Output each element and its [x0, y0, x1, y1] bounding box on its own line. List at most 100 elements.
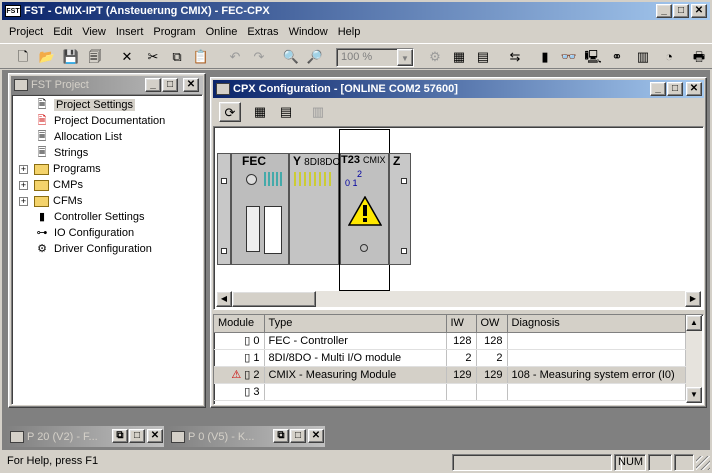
close-button[interactable]: ✕ [691, 4, 707, 18]
save-icon[interactable]: 💾 [60, 47, 82, 67]
menu-extras[interactable]: Extras [242, 26, 283, 38]
maximize-button[interactable]: □ [673, 4, 689, 18]
transfer-icon[interactable]: ⇆ [504, 47, 526, 67]
type-cell: CMIX - Measuring Module [264, 366, 447, 384]
scroll-down-icon[interactable]: ▼ [686, 387, 702, 403]
canvas-horizontal-scrollbar[interactable]: ◀ ▶ [216, 291, 701, 307]
tree-item-label: Strings [54, 147, 89, 159]
close-button[interactable]: ✕ [147, 429, 163, 443]
col-ow[interactable]: OW [476, 315, 508, 333]
strings-icon: 🗏 [37, 147, 47, 159]
col-module[interactable]: Module [214, 315, 265, 333]
iw-cell: 128 [446, 332, 477, 350]
table-row[interactable]: ▯ 1 8DI/8DO - Multi I/O module 2 2 [214, 349, 686, 367]
table-vertical-scrollbar[interactable]: ▲ ▼ [686, 315, 702, 403]
module-config-icon[interactable]: ▦ [249, 102, 271, 122]
delete-icon[interactable]: ✕ [116, 47, 138, 67]
tree-item-driver-configuration[interactable]: ⚙ Driver Configuration [34, 241, 152, 257]
expand-programs-icon[interactable]: + [19, 165, 28, 174]
menu-insert[interactable]: Insert [111, 26, 149, 38]
tree-item-cfms[interactable]: CFMs [34, 193, 82, 209]
menu-program[interactable]: Program [148, 26, 200, 38]
diagnostics-icon[interactable]: ◔ [658, 47, 680, 67]
controller-icon: ▮ [38, 211, 46, 223]
expand-cmps-icon[interactable]: + [19, 181, 28, 190]
minimize-button[interactable]: _ [656, 4, 672, 18]
undo-icon[interactable]: ↶ [224, 47, 246, 67]
restore-button[interactable]: ⧉ [273, 429, 289, 443]
network-icon[interactable]: ⚭ [606, 47, 628, 67]
copy-icon[interactable]: ⧉ [166, 47, 188, 67]
minimized-window-program-0[interactable]: P 0 (V5) - K... ⧉ □ ✕ [167, 426, 325, 447]
io-config-icon[interactable]: ▦ [448, 47, 470, 67]
find-replace-icon[interactable]: 🔎 [304, 47, 326, 67]
module-8di8do[interactable]: Y 8DI8DO [289, 153, 340, 265]
close-button[interactable]: ✕ [308, 429, 324, 443]
project-maximize-button[interactable]: □ [162, 78, 178, 92]
cut-icon[interactable]: ✂ [142, 47, 164, 67]
controller-icon[interactable]: ▮ [534, 47, 556, 67]
tree-item-programs[interactable]: Programs [34, 161, 101, 177]
module-icon[interactable]: ▤ [472, 47, 494, 67]
col-diagnosis[interactable]: Diagnosis [507, 315, 686, 333]
menu-window[interactable]: Window [284, 26, 333, 38]
tree-item-strings[interactable]: 🗏 Strings [34, 145, 89, 161]
watch-icon[interactable]: 👓 [558, 47, 580, 67]
tree-item-project-settings[interactable]: 🗎 Project Settings [34, 97, 136, 113]
expand-cfms-icon[interactable]: + [19, 197, 28, 206]
computer-icon[interactable]: 🖳 [582, 47, 604, 67]
menu-online[interactable]: Online [201, 26, 243, 38]
project-close-button[interactable]: ✕ [183, 78, 199, 92]
tree-item-io-configuration[interactable]: ⊶ IO Configuration [34, 225, 135, 241]
col-iw[interactable]: IW [446, 315, 477, 333]
col-type[interactable]: Type [264, 315, 447, 333]
menu-project[interactable]: Project [4, 26, 48, 38]
tree-item-allocation-list[interactable]: 🗏 Allocation List [34, 129, 122, 145]
restore-button[interactable]: ⧉ [112, 429, 128, 443]
tree-item-label: Controller Settings [54, 211, 145, 223]
cmix-label: T23 CMIX [341, 154, 386, 166]
tree-item-cmps[interactable]: CMPs [34, 177, 83, 193]
find-icon[interactable]: 🔍 [280, 47, 302, 67]
chevron-down-icon[interactable]: ▼ [397, 49, 413, 66]
scroll-thumb[interactable] [232, 291, 316, 307]
save-all-icon[interactable]: 🗐 [84, 47, 106, 67]
table-row[interactable]: ▯ 0 FEC - Controller 128 128 [214, 332, 686, 350]
zoom-select[interactable]: 100 % ▼ [336, 48, 414, 67]
tree-item-controller-settings[interactable]: ▮ Controller Settings [34, 209, 145, 225]
redo-icon[interactable]: ↷ [248, 47, 270, 67]
maximize-button[interactable]: □ [129, 429, 145, 443]
scroll-left-icon[interactable]: ◀ [216, 291, 232, 307]
folder-icon [34, 179, 49, 191]
refresh-icon[interactable]: ⟳ [219, 102, 241, 122]
print-icon[interactable]: 🖶 [688, 47, 710, 67]
module-fec[interactable]: FEC [231, 153, 289, 265]
module-detail-icon[interactable]: ▥ [307, 102, 329, 122]
table-icon[interactable]: ▥ [632, 47, 654, 67]
resize-grip-icon[interactable] [696, 456, 710, 470]
module-end-z[interactable]: Z [389, 153, 411, 265]
ow-cell: 2 [476, 349, 508, 367]
scroll-right-icon[interactable]: ▶ [685, 291, 701, 307]
paste-icon[interactable]: 📋 [190, 47, 212, 67]
cpx-maximize-button[interactable]: □ [667, 82, 683, 96]
project-minimize-button[interactable]: _ [145, 78, 161, 92]
module-list-icon[interactable]: ▤ [275, 102, 297, 122]
compile-icon[interactable]: ⚙ [424, 47, 446, 67]
fst-app-icon[interactable]: FST [5, 5, 21, 17]
scroll-up-icon[interactable]: ▲ [686, 315, 702, 331]
maximize-button[interactable]: □ [290, 429, 306, 443]
cpx-close-button[interactable]: ✕ [686, 82, 702, 96]
ow-cell [476, 383, 508, 401]
module-cmix[interactable]: T23 CMIX 2 0 1 [340, 153, 389, 265]
open-folder-icon[interactable]: 📂 [36, 47, 58, 67]
menu-help[interactable]: Help [333, 26, 366, 38]
tree-item-project-documentation[interactable]: 🗎 Project Documentation [34, 113, 166, 129]
menu-edit[interactable]: Edit [48, 26, 77, 38]
minimized-window-program-20[interactable]: P 20 (V2) - F... ⧉ □ ✕ [6, 426, 164, 447]
table-row[interactable]: ▯ 3 [214, 383, 686, 401]
menu-view[interactable]: View [77, 26, 111, 38]
new-file-icon[interactable]: 🗋 [12, 47, 34, 67]
cpx-minimize-button[interactable]: _ [650, 82, 666, 96]
table-row[interactable]: ⚠ ▯ 2 CMIX - Measuring Module 129 129 10… [214, 366, 686, 384]
